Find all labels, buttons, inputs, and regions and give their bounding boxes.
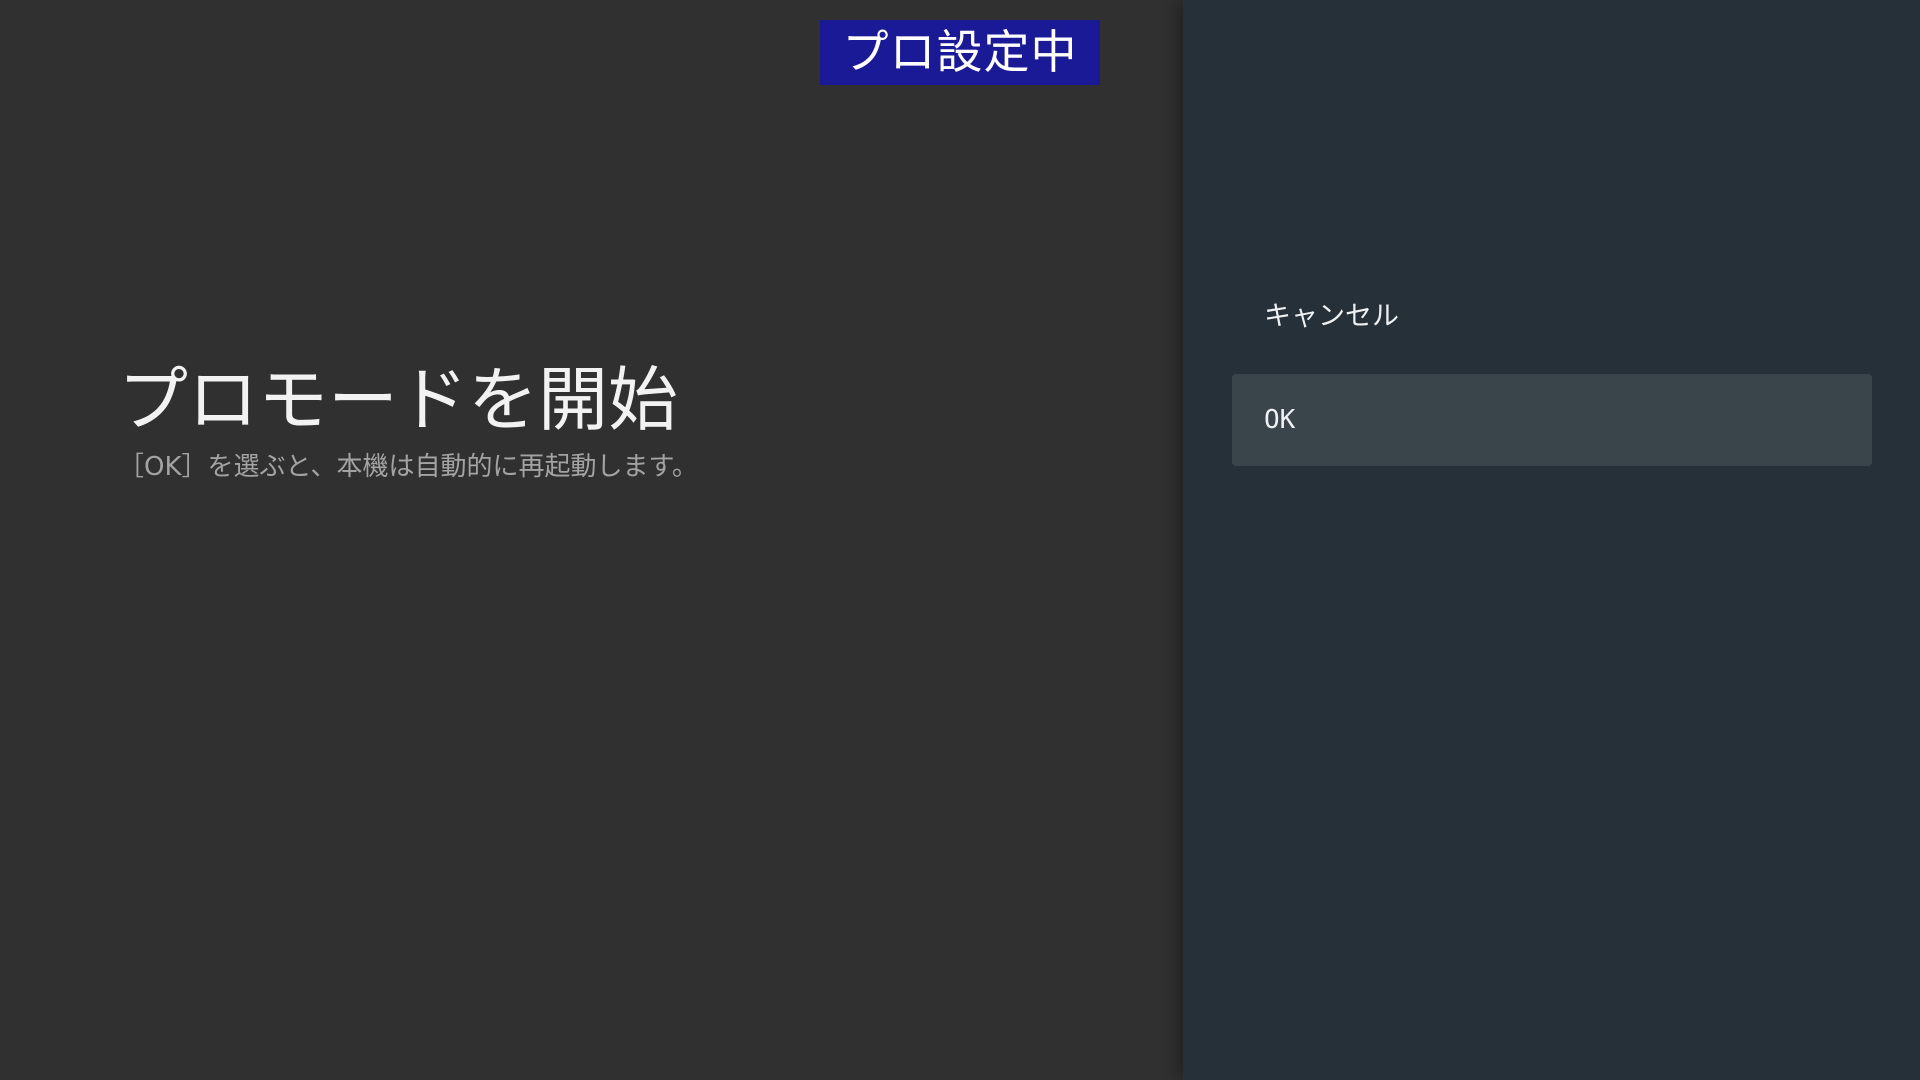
dialog-title: プロモードを開始 — [118, 359, 678, 441]
cancel-button[interactable]: キャンセル — [1232, 267, 1872, 359]
ok-button-label: OK — [1264, 405, 1296, 435]
dialog-actions-pane: キャンセル OK — [1183, 0, 1920, 1080]
ok-button[interactable]: OK — [1232, 374, 1872, 466]
dialog-content-pane: プロ設定中 プロモードを開始 ［OK］を選ぶと、本機は自動的に再起動します。 — [0, 0, 1183, 1080]
pro-mode-dialog-screen: プロ設定中 プロモードを開始 ［OK］を選ぶと、本機は自動的に再起動します。 キ… — [0, 0, 1920, 1080]
dialog-description: ［OK］を選ぶと、本機は自動的に再起動します。 — [118, 452, 698, 482]
pro-setting-badge: プロ設定中 — [820, 20, 1100, 85]
dialog-text-block: プロモードを開始 ［OK］を選ぶと、本機は自動的に再起動します。 — [118, 355, 1118, 487]
cancel-button-label: キャンセル — [1264, 300, 1399, 332]
